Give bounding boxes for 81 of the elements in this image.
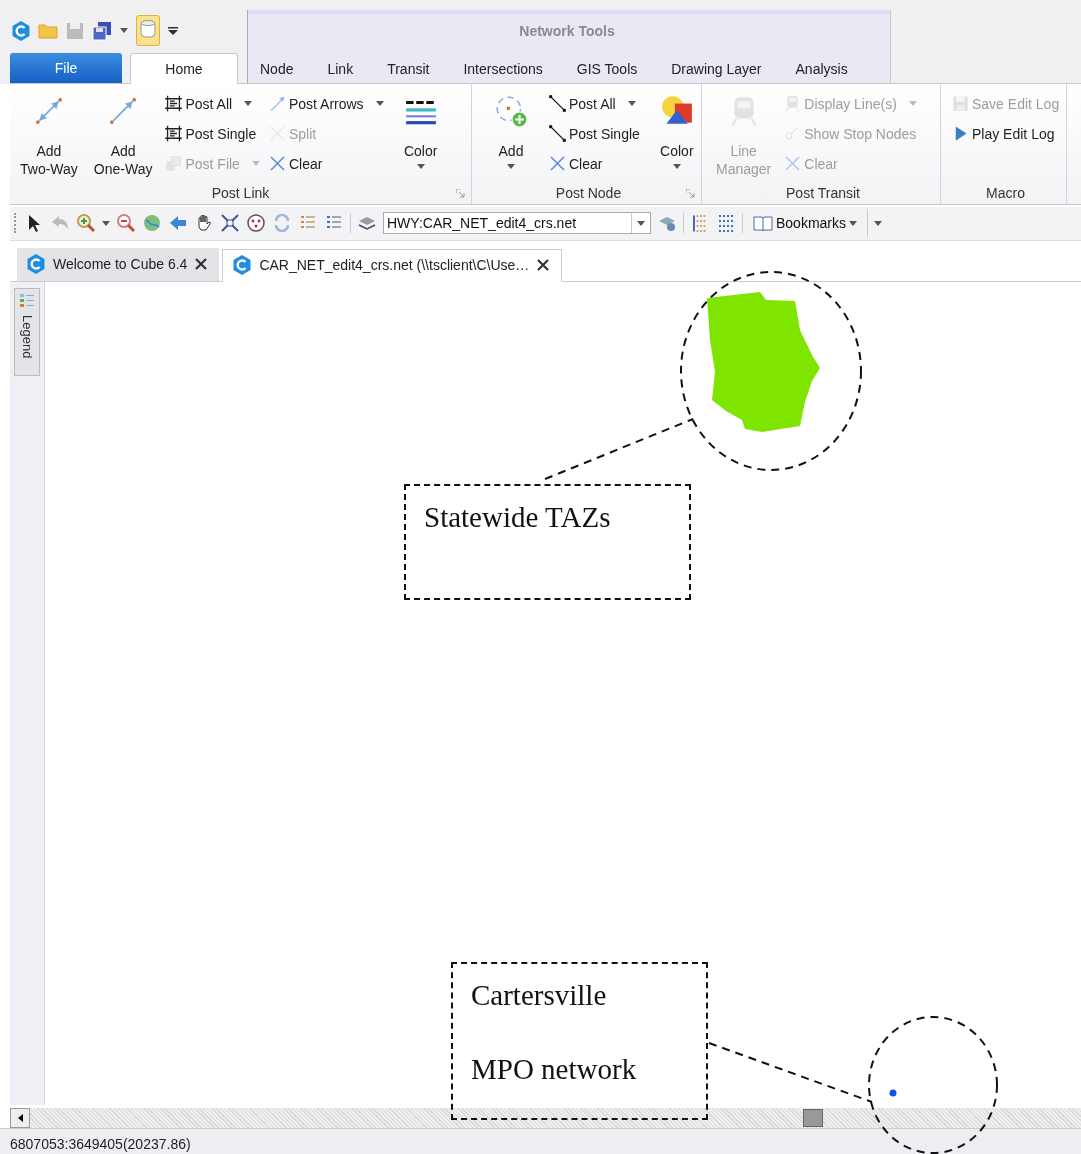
ribbon-button[interactable]: Add [482, 90, 540, 169]
ribbon-button[interactable]: Clear [548, 150, 640, 178]
ladder-grid-icon [164, 94, 184, 114]
ribbon-button[interactable]: Color [391, 90, 450, 169]
caret-icon [908, 101, 917, 107]
clear-icon [548, 154, 567, 174]
hexagon-logo-icon [27, 254, 45, 275]
ribbon-tab[interactable]: Intersections [446, 55, 560, 83]
ribbon-tab[interactable]: Analysis [778, 55, 865, 83]
ribbon-tab[interactable]: GIS Tools [559, 55, 655, 83]
caret-icon [637, 220, 645, 226]
network-dot [889, 1089, 897, 1097]
hexagon-logo-icon [12, 21, 30, 41]
caret-icon [102, 220, 110, 226]
caret-icon [375, 101, 384, 107]
save-all-icon[interactable] [92, 21, 112, 41]
ribbon-group-title: Post Node [555, 184, 622, 201]
ribbon-button[interactable]: Post Arrows [267, 90, 384, 118]
ribbon-tab[interactable]: Node [248, 55, 311, 83]
ribbon-button[interactable]: Post Single [164, 120, 260, 148]
globe-icon[interactable] [142, 213, 162, 234]
scroll-left-button[interactable] [10, 1108, 30, 1129]
ribbon-button[interactable]: Post All [164, 90, 260, 118]
ribbon-group-title: Post Link [211, 184, 270, 201]
scrollbar-thumb[interactable] [803, 1109, 823, 1128]
caret-icon [120, 28, 128, 34]
ladder-grid-icon [164, 124, 184, 144]
ribbon-button[interactable]: Clear [267, 150, 384, 178]
document-icon [164, 154, 184, 174]
callout-text: Cartersville [471, 978, 608, 1012]
save-icon [951, 94, 970, 114]
hexagon-logo-icon [233, 255, 252, 276]
database-button[interactable] [136, 15, 160, 47]
dialog-launcher-icon[interactable] [456, 188, 465, 198]
ribbon-tab[interactable]: File [10, 53, 122, 83]
network-selector[interactable]: HWY:CAR_NET_edit4_crs.net [383, 212, 651, 235]
ribbon-tab[interactable]: Link [310, 55, 371, 83]
ribbon-tab[interactable]: Transit [370, 55, 447, 83]
database-icon [140, 19, 156, 40]
caret-icon [244, 101, 253, 107]
ribbon-group-title: Post Transit [786, 184, 860, 201]
close-icon[interactable] [195, 258, 208, 271]
dot-grid-icon[interactable] [716, 213, 736, 234]
document-tab[interactable]: CAR_NET_edit4_crs.net (\\tsclient\C\Use… [222, 248, 563, 282]
ribbon-group-title: Macro [986, 184, 1025, 201]
caret-icon [507, 164, 515, 169]
clear-icon [267, 154, 287, 174]
left-arrow-icon [17, 1114, 23, 1123]
contextual-group-title: Network Tools [519, 23, 615, 39]
legend-icon [19, 292, 35, 309]
callout-text: Statewide TAZs [424, 500, 612, 534]
callout-text: MPO network [471, 1052, 638, 1086]
ribbon-tab[interactable]: Home [130, 53, 238, 84]
caret-icon [416, 164, 425, 169]
ribbon-button[interactable]: Post All [548, 90, 640, 118]
caret-icon [874, 220, 883, 226]
zoom-out-icon[interactable] [116, 213, 136, 234]
coordinates-readout: 6807053:3649405(20237.86) [10, 1135, 191, 1154]
dialog-launcher-icon[interactable] [686, 188, 695, 198]
legend-tab[interactable]: Legend [14, 287, 40, 376]
ribbon-button[interactable]: Post Single [548, 120, 640, 148]
customize-icon[interactable] [168, 27, 178, 35]
close-icon[interactable] [537, 259, 550, 272]
ribbon-button[interactable]: Play Edit Log [951, 120, 1060, 148]
caret-icon [627, 101, 636, 107]
ribbon-tab[interactable]: Drawing Layer [654, 55, 779, 83]
train-icon [783, 94, 803, 114]
caret-icon [849, 220, 858, 226]
bookmarks-button[interactable]: Bookmarks [749, 214, 862, 233]
book-icon [753, 214, 773, 233]
ribbon-button[interactable]: Color [647, 90, 706, 169]
add-node-icon [494, 94, 528, 128]
caret-icon [672, 164, 681, 169]
ribbon-button[interactable]: Add One-Way [89, 90, 157, 178]
clear-icon [783, 154, 803, 174]
caret-icon [251, 161, 260, 167]
zoom-in-icon[interactable] [76, 213, 96, 234]
ribbon-button[interactable]: Add Two-Way [16, 90, 82, 178]
node-circle-icon[interactable] [246, 213, 266, 234]
document-tab[interactable]: Welcome to Cube 6.4 [17, 247, 220, 281]
extent-icon[interactable] [220, 213, 240, 234]
